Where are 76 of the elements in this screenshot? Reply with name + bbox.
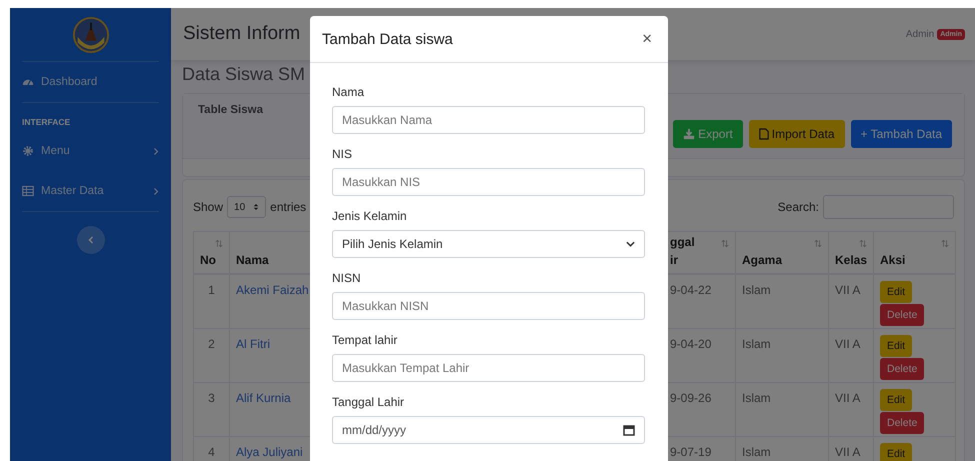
input-field[interactable]: Masukkan Nama — [332, 106, 645, 134]
chevron-right-icon — [153, 146, 159, 156]
column-header[interactable]: No — [200, 251, 216, 269]
chevron-right-icon — [153, 186, 159, 196]
field-label: Tempat lahir — [332, 333, 398, 347]
download-icon — [683, 128, 696, 140]
edit-button[interactable]: Edit — [880, 281, 912, 303]
sort-icon[interactable] — [814, 239, 822, 248]
edit-button[interactable]: Edit — [880, 443, 912, 461]
field-label: NISN — [332, 271, 362, 285]
add-button[interactable]: + Tambah Data — [850, 120, 952, 148]
column-header[interactable]: Agama — [742, 251, 782, 269]
sort-icon[interactable] — [215, 239, 223, 248]
column-header[interactable]: Nama — [236, 251, 269, 269]
table-cell: VII A — [835, 445, 860, 459]
user-name[interactable]: Admin — [906, 28, 934, 40]
sidebar-item[interactable]: Master Data — [22, 171, 159, 212]
delete-button[interactable]: Delete — [880, 412, 924, 434]
date-field[interactable]: mm/dd/yyyy — [332, 416, 645, 444]
table-cell: VII A — [835, 337, 860, 351]
input-field[interactable]: Masukkan Tempat Lahir — [332, 354, 645, 382]
sidebar-heading: INTERFACE — [22, 116, 70, 129]
app-title: Sistem Inform — [183, 23, 300, 45]
table-icon — [22, 185, 34, 197]
column-header[interactable]: Aksi — [880, 251, 906, 269]
input-field[interactable]: Masukkan NISN — [332, 292, 645, 320]
sort-icon[interactable] — [721, 239, 729, 248]
delete-button[interactable]: Delete — [880, 304, 924, 326]
field-label: Nama — [332, 85, 366, 99]
entries-label: entries — [270, 200, 306, 214]
table-cell: 9-04-20 — [670, 337, 712, 351]
sidebar-item[interactable]: Menu — [22, 131, 159, 171]
table-cell: Islam — [742, 445, 771, 459]
table-cell: 9-07-19 — [670, 445, 712, 459]
field-label: NIS — [332, 147, 354, 161]
up-down-caret-icon — [253, 203, 260, 211]
sidebar-item[interactable]: Dashboard — [22, 62, 159, 103]
delete-button[interactable]: Delete — [880, 358, 924, 380]
student-name-link[interactable]: Akemi Faizah — [236, 283, 309, 297]
table-cell: 9-04-22 — [670, 283, 712, 297]
import-button[interactable]: Import Data — [748, 120, 844, 148]
edit-button[interactable]: Edit — [880, 335, 912, 357]
gear-icon — [22, 145, 34, 157]
table-cell: Islam — [742, 391, 771, 405]
table-cell: 2 — [208, 337, 215, 351]
table-cell: VII A — [835, 391, 860, 405]
export-button[interactable]: Export — [673, 120, 743, 148]
modal-title: Tambah Data siswa — [322, 30, 453, 48]
field-label: Jenis Kelamin — [332, 209, 408, 223]
student-name-link[interactable]: Alif Kurnia — [236, 391, 291, 405]
table-cell: 1 — [208, 283, 215, 297]
edit-button[interactable]: Edit — [880, 389, 912, 411]
table-cell: Islam — [742, 283, 771, 297]
file-icon — [758, 128, 769, 140]
student-name-link[interactable]: Al Fitri — [236, 337, 270, 351]
field-label: Tanggal Lahir — [332, 395, 406, 409]
table-cell: 4 — [208, 445, 215, 459]
table-cell: 9-09-26 — [670, 391, 712, 405]
calendar-icon[interactable] — [623, 424, 635, 436]
student-name-link[interactable]: Alya Juliyani — [236, 445, 303, 459]
table-cell: 3 — [208, 391, 215, 405]
page-title: Data Siswa SM — [182, 64, 306, 85]
page-size-select[interactable]: 10 — [227, 196, 266, 218]
show-label: Show — [193, 200, 224, 214]
table-cell: VII A — [835, 283, 860, 297]
sort-icon[interactable] — [941, 239, 949, 248]
select-field[interactable]: Pilih Jenis Kelamin — [332, 230, 645, 258]
close-button[interactable]: × — [638, 29, 656, 49]
input-field[interactable]: Masukkan NIS — [332, 168, 645, 196]
chevron-down-icon — [626, 241, 635, 247]
chevron-left-icon — [88, 236, 94, 244]
table-cell: Islam — [742, 337, 771, 351]
card-title: Table Siswa — [198, 104, 263, 118]
school-logo-drawing[interactable] — [72, 16, 110, 54]
sort-icon[interactable] — [859, 239, 867, 248]
search-label: Search: — [778, 200, 819, 214]
